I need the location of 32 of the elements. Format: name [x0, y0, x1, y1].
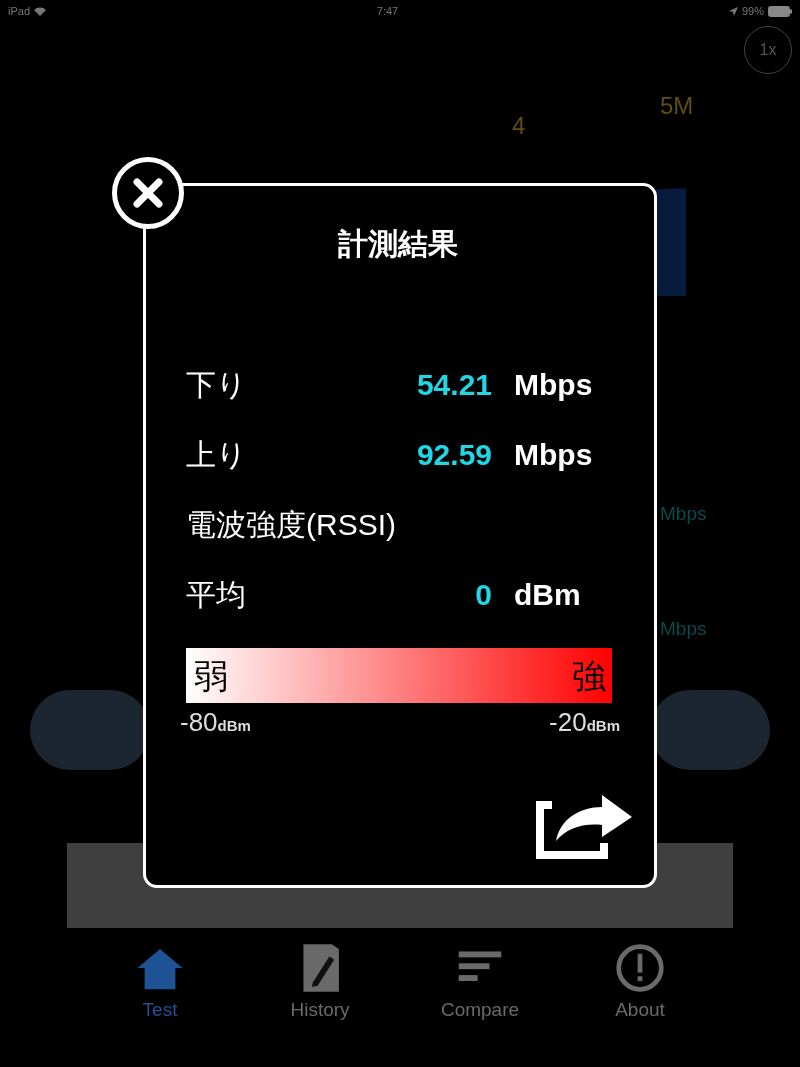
close-icon [133, 178, 163, 208]
location-icon [728, 6, 738, 16]
measure-value: 0 [474, 576, 492, 613]
scale-unit: dBm [217, 717, 251, 734]
measure-label: 平均 [186, 576, 247, 613]
scale-label: 弱 [194, 658, 228, 693]
measure-value: 54.21 [415, 366, 492, 403]
measure-value: 92.59 [415, 436, 492, 473]
battery-percentage: 99% [741, 3, 764, 19]
speed-unit: Mbps [660, 619, 707, 638]
device-name: iPad [8, 3, 31, 19]
tab[interactable]: Compare [400, 942, 560, 1067]
scale-max: -20 [549, 707, 587, 737]
section-label: 電波強度(RSSI) [186, 506, 397, 543]
measure-unit: Mbps [514, 436, 594, 473]
scale-label: 強 [572, 658, 606, 693]
battery-icon [768, 5, 792, 17]
scale-min: -80 [180, 707, 218, 737]
speed-unit: Mbps [660, 504, 707, 523]
measure-label: 上り [186, 436, 248, 473]
measure-unit: dBm [514, 576, 582, 613]
clock: 7:47 [376, 3, 399, 19]
scale-unit: dBm [586, 717, 620, 734]
tab[interactable]: History [240, 942, 400, 1067]
tab[interactable]: About [560, 942, 720, 1067]
tab[interactable]: Test [80, 942, 240, 1067]
dialog-title: 計測結果 [337, 226, 459, 262]
measure-unit: Mbps [514, 366, 594, 403]
measure-label: 下り [186, 366, 248, 403]
wifi-icon [34, 6, 47, 16]
gauge-tick-label: 5M [660, 94, 694, 118]
gauge-tick-label: 4 [512, 114, 526, 138]
